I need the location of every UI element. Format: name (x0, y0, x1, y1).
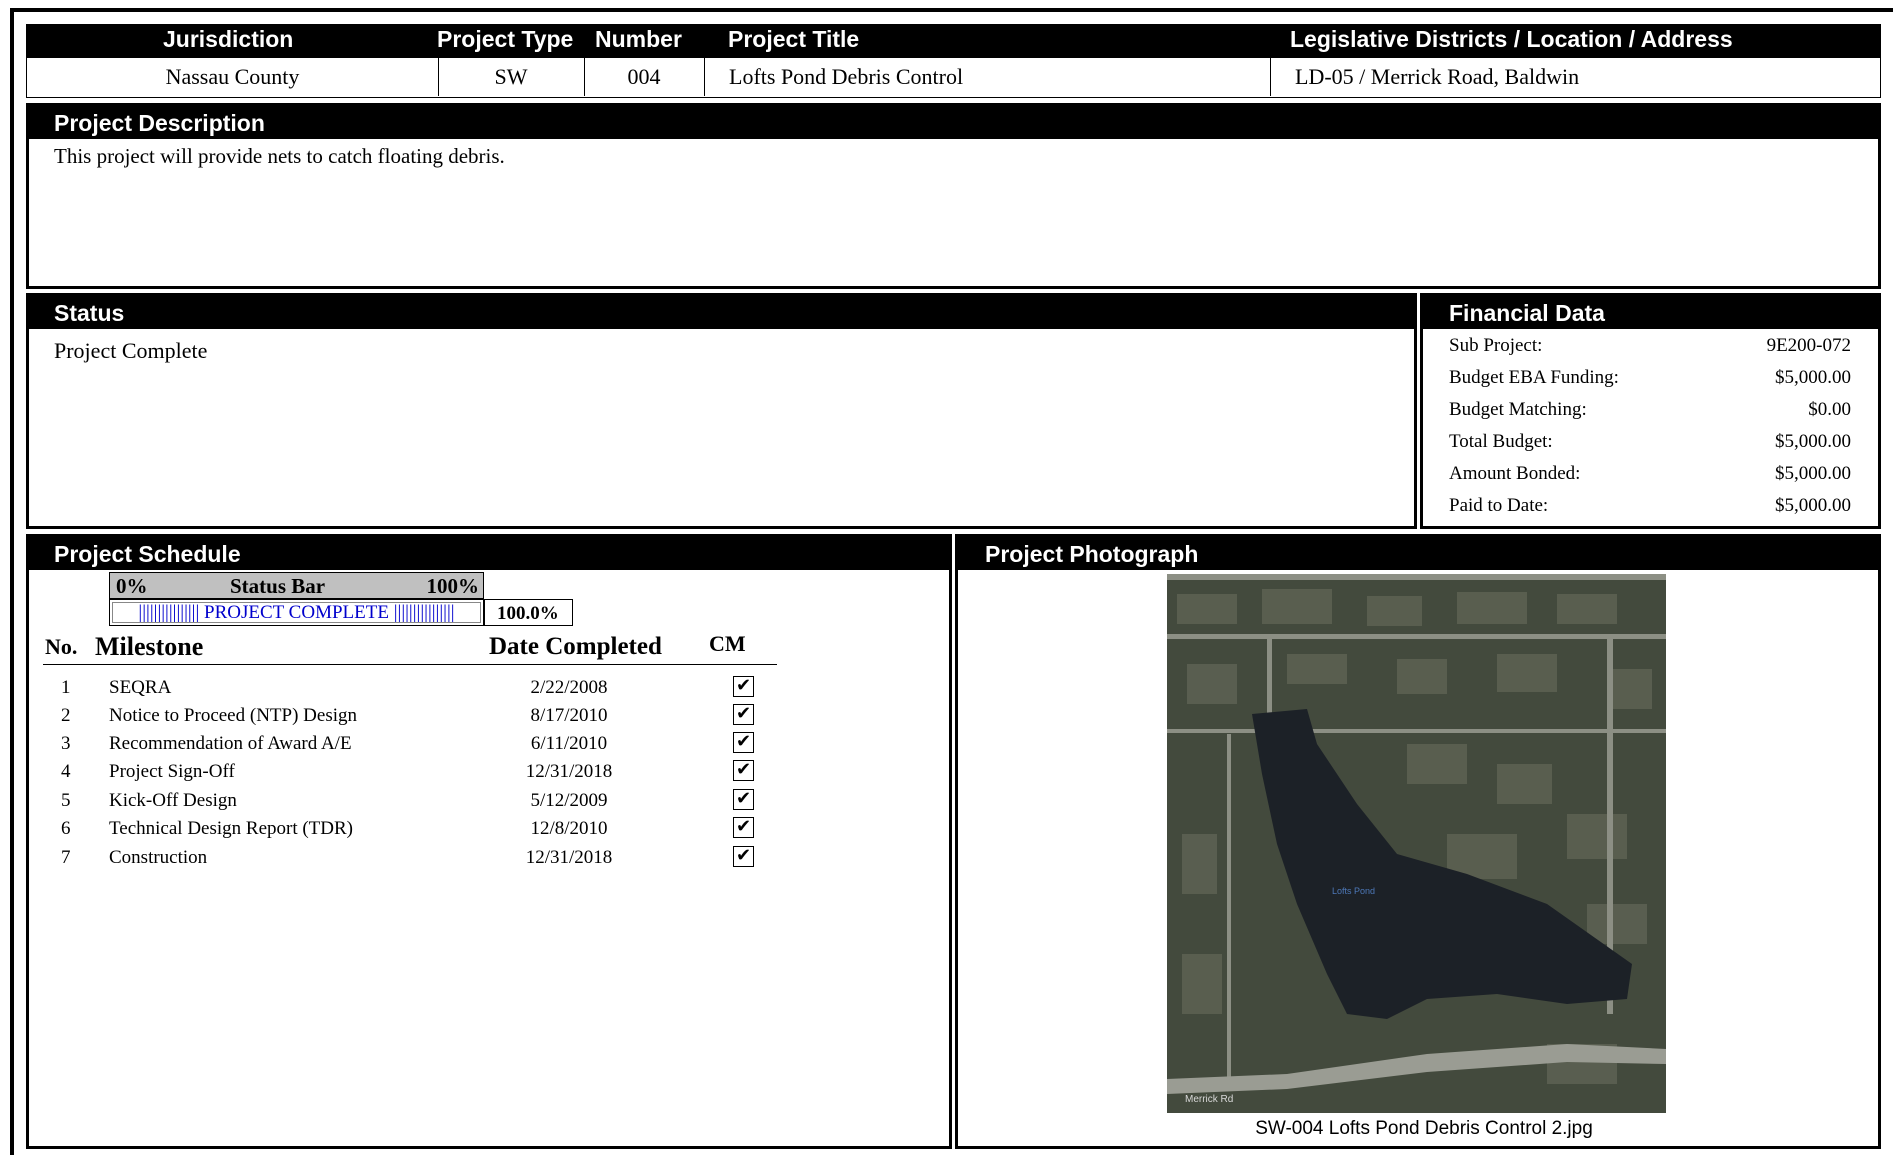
status-bar-header: 0% Status Bar 100% (109, 572, 484, 599)
description-heading: Project Description (29, 106, 1878, 139)
status-bar-track: |||||||||||||||| PROJECT COMPLETE ||||||… (109, 599, 484, 626)
milestone-date: 6/11/2010 (530, 733, 608, 754)
header-project-title: Project Title (728, 26, 860, 52)
aerial-photo[interactable]: Lofts Pond Merrick Rd (1167, 574, 1666, 1113)
checkbox-icon[interactable]: ✔ (733, 732, 754, 753)
photo-caption: SW-004 Lofts Pond Debris Control 2.jpg (1255, 1118, 1593, 1139)
milestone-no: 6 (61, 818, 71, 839)
financial-row: Amount Bonded: $5,000.00 (1449, 458, 1851, 490)
description-text: This project will provide nets to catch … (54, 144, 505, 168)
financial-value: $5,000.00 (1775, 495, 1851, 516)
milestone-date: 12/31/2018 (525, 761, 613, 782)
financial-heading: Financial Data (1423, 296, 1878, 329)
financial-row: Paid to Date: $5,000.00 (1449, 490, 1851, 522)
financial-label: Sub Project: (1449, 335, 1543, 356)
financial-row: Budget EBA Funding: $5,000.00 (1449, 362, 1851, 394)
header-location: Legislative Districts / Location / Addre… (1290, 26, 1733, 52)
milestone-name: SEQRA (109, 677, 172, 698)
milestone-name: Notice to Proceed (NTP) Design (109, 705, 357, 726)
milestone-row: 2 Notice to Proceed (NTP) Design 8/17/2010… (29, 702, 789, 730)
schedule-section: Project Schedule 0% Status Bar 100% ||||… (26, 534, 952, 1149)
milestone-row: 5 Kick-Off Design 5/12/2009 ✔ (29, 787, 789, 815)
milestone-row: 1 SEQRA 2/22/2008 ✔ (29, 674, 789, 702)
header-project-type: Project Type (437, 26, 574, 52)
milestone-row: 4 Project Sign-Off 12/31/2018 ✔ (29, 758, 789, 786)
status-bar-left-label: 0% (116, 574, 148, 598)
checkbox-icon[interactable]: ✔ (733, 760, 754, 781)
schedule-heading: Project Schedule (29, 537, 949, 570)
financial-label: Total Budget: (1449, 431, 1553, 452)
status-bar-title: Status Bar (230, 574, 326, 598)
milestone-date: 5/12/2009 (530, 790, 608, 811)
milestone-no: 3 (61, 733, 71, 754)
status-bar-right-label: 100% (426, 574, 480, 598)
project-type-value: SW (438, 58, 585, 96)
milestone-no: 1 (61, 677, 71, 698)
milestone-date: 8/17/2010 (530, 705, 608, 726)
status-heading: Status (29, 296, 1414, 329)
column-no: No. (45, 634, 78, 659)
column-cm: CM (709, 631, 746, 656)
financial-label: Budget Matching: (1449, 399, 1587, 420)
financial-label: Budget EBA Funding: (1449, 367, 1619, 388)
milestone-date: 12/8/2010 (530, 818, 608, 839)
number-value: 004 (584, 58, 705, 96)
financial-value: $5,000.00 (1775, 463, 1851, 484)
jurisdiction-value: Nassau County (27, 58, 439, 96)
milestone-table-header: No. Milestone Date Completed CM (43, 629, 777, 665)
milestone-date: 12/31/2018 (525, 847, 613, 868)
status-section: Status Project Complete (26, 293, 1417, 529)
status-text: Project Complete (54, 338, 208, 363)
header-jurisdiction: Jurisdiction (163, 26, 294, 52)
milestone-name: Kick-Off Design (109, 790, 237, 811)
financial-row: Budget Matching: $0.00 (1449, 394, 1851, 426)
aerial-photo-drawing: Lofts Pond Merrick Rd (1167, 574, 1666, 1113)
checkbox-icon[interactable]: ✔ (733, 817, 754, 838)
photo-heading: Project Photograph (958, 537, 1878, 570)
financial-row: Total Budget: $5,000.00 (1449, 426, 1851, 458)
milestone-no: 7 (61, 847, 71, 868)
milestone-row: 3 Recommendation of Award A/E 6/11/2010 ✔ (29, 730, 789, 758)
project-title-value: Lofts Pond Debris Control (704, 58, 1271, 96)
checkbox-icon[interactable]: ✔ (733, 789, 754, 810)
header-number: Number (595, 26, 682, 52)
column-milestone: Milestone (95, 632, 204, 661)
header-row: Jurisdiction Project Type Number Project… (26, 24, 1881, 57)
milestone-no: 5 (61, 790, 71, 811)
milestone-name: Technical Design Report (TDR) (109, 818, 354, 839)
milestone-name: Project Sign-Off (109, 761, 235, 782)
photo-section: Project Photograph Lofts Pond Merrick Rd… (955, 534, 1881, 1149)
checkbox-icon[interactable]: ✔ (733, 704, 754, 725)
financial-label: Amount Bonded: (1449, 463, 1581, 484)
financial-value: $5,000.00 (1775, 431, 1851, 452)
financial-label: Paid to Date: (1449, 495, 1549, 516)
map-label-road: Merrick Rd (1185, 1094, 1233, 1105)
milestone-date: 2/22/2008 (530, 677, 608, 698)
financial-row: Sub Project: 9E200-072 (1449, 330, 1851, 362)
milestone-row: 7 Construction 12/31/2018 ✔ (29, 844, 789, 872)
milestone-no: 4 (61, 761, 71, 782)
milestone-no: 2 (61, 705, 71, 726)
financial-value: $5,000.00 (1775, 367, 1851, 388)
milestone-row: 6 Technical Design Report (TDR) 12/8/2010 ✔ (29, 815, 789, 843)
location-value: LD-05 / Merrick Road, Baldwin (1295, 64, 1580, 89)
status-bar-percent: 100.0% (484, 599, 573, 626)
description-section: Project Description This project will pr… (26, 103, 1881, 289)
checkbox-icon[interactable]: ✔ (733, 676, 754, 697)
financial-section: Financial Data Sub Project: 9E200-072 Bud… (1420, 293, 1881, 529)
checkbox-icon[interactable]: ✔ (733, 846, 754, 867)
column-date-completed: Date Completed (489, 633, 662, 660)
project-info-row: Nassau County SW 004 Lofts Pond Debris C… (26, 57, 1881, 98)
financial-value: 9E200-072 (1766, 335, 1851, 356)
map-label-pond: Lofts Pond (1332, 886, 1375, 896)
status-bar-fill-text: |||||||||||||||| PROJECT COMPLETE ||||||… (138, 602, 455, 623)
milestone-name: Recommendation of Award A/E (109, 733, 352, 754)
financial-value: $0.00 (1808, 399, 1851, 420)
milestone-name: Construction (109, 847, 208, 868)
